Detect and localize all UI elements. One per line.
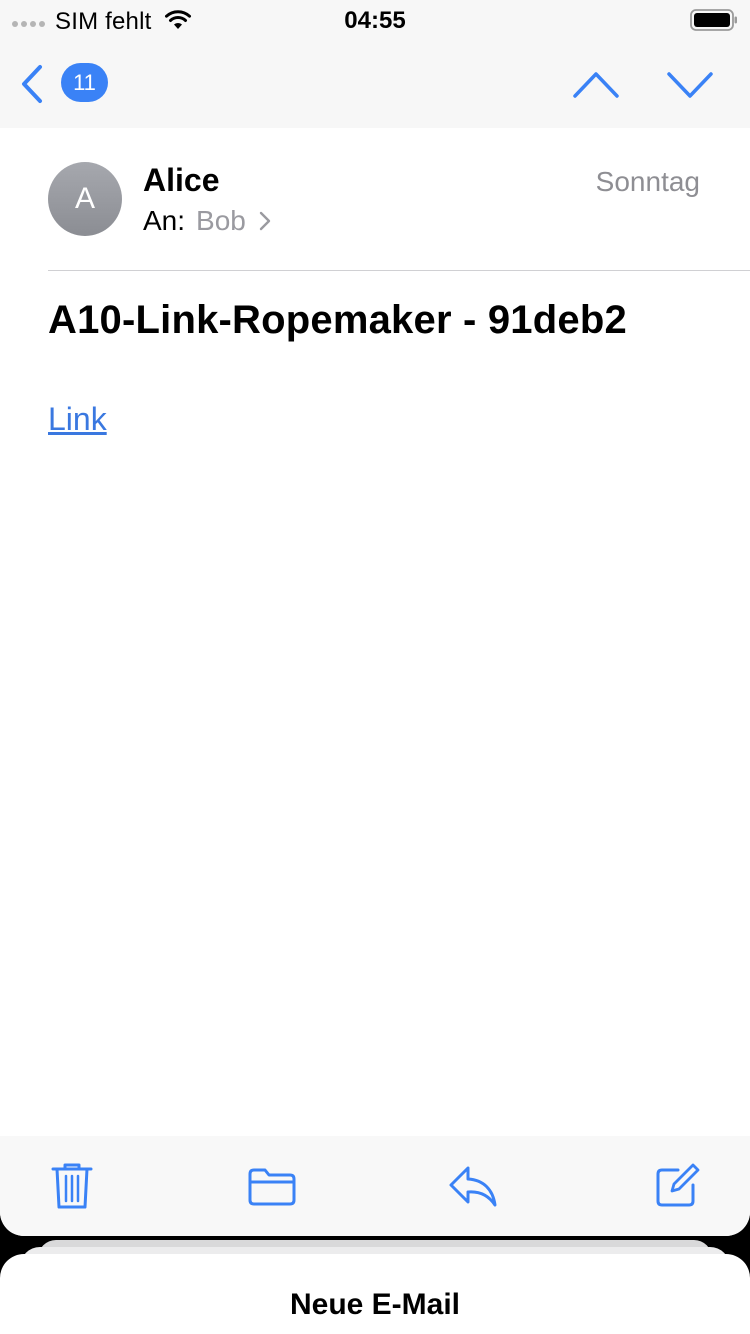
chevron-up-icon	[573, 72, 619, 98]
back-button[interactable]	[14, 60, 50, 108]
trash-button[interactable]	[47, 1161, 97, 1211]
reply-icon	[449, 1166, 497, 1207]
message-date: Sonntag	[595, 166, 700, 197]
body-link[interactable]: Link	[48, 401, 107, 438]
sender-name[interactable]: Alice	[143, 162, 219, 199]
status-bar: SIM fehlt 04:55	[0, 0, 750, 40]
previous-message-button[interactable]	[570, 66, 622, 102]
recipient-name: Bob	[196, 205, 246, 236]
bottom-toolbar	[0, 1136, 750, 1236]
compose-button[interactable]	[652, 1161, 702, 1211]
chevron-right-icon	[259, 211, 271, 231]
unread-count-badge[interactable]: 11	[61, 63, 108, 102]
header-divider	[48, 270, 750, 271]
navigation-bar: SIM fehlt 04:55 11	[0, 0, 750, 128]
to-label: An:	[143, 205, 186, 236]
chevron-left-icon	[22, 65, 42, 103]
status-time: 04:55	[344, 7, 406, 34]
next-message-button[interactable]	[664, 66, 716, 102]
message-subject: A10-Link-Ropemaker - 91deb2	[48, 298, 627, 342]
mail-message-sheet: SIM fehlt 04:55 11 A Alice Sonntag An: B…	[0, 0, 750, 1236]
recipient-row[interactable]: An: Bob	[143, 205, 272, 237]
sender-avatar[interactable]: A	[48, 162, 122, 236]
new-mail-draft-card[interactable]: Neue E-Mail	[0, 1254, 750, 1334]
reply-button[interactable]	[448, 1161, 498, 1211]
folder-icon	[248, 1168, 296, 1206]
move-to-folder-button[interactable]	[246, 1161, 298, 1211]
battery-icon	[690, 9, 737, 31]
draft-title: Neue E-Mail	[289, 1288, 461, 1321]
trash-icon	[51, 1163, 93, 1209]
compose-icon	[656, 1163, 700, 1207]
chevron-down-icon	[667, 72, 713, 98]
